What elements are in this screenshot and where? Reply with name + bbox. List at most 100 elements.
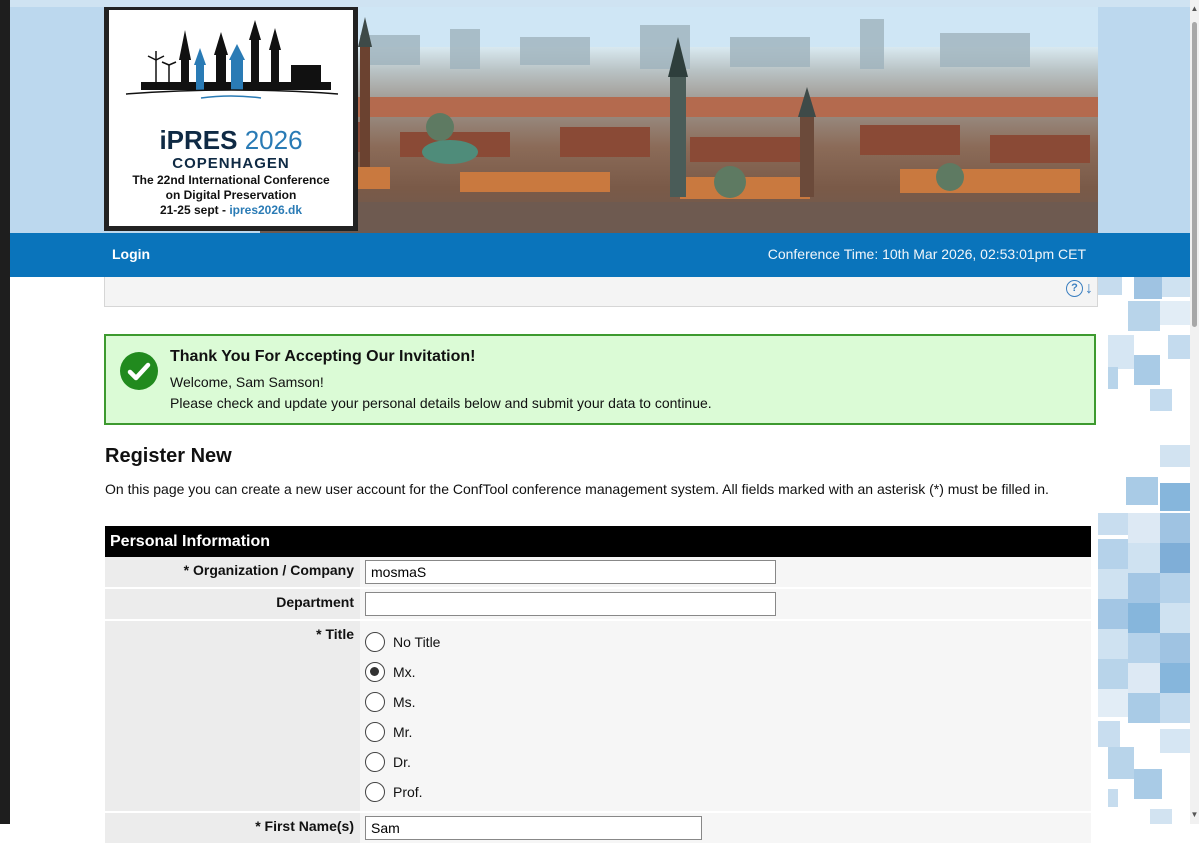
login-link[interactable]: Login <box>112 246 150 262</box>
mosaic-tile <box>1134 277 1162 299</box>
radio-label: Prof. <box>393 784 423 800</box>
mosaic-tile <box>1160 301 1190 325</box>
scroll-up-arrow-icon[interactable]: ▲ <box>1190 2 1199 16</box>
title-option-mr[interactable]: Mr. <box>365 717 1086 747</box>
decorative-mosaic-pattern <box>1098 277 1190 824</box>
mosaic-tile <box>1128 663 1160 693</box>
logo-title: iPRES 2026 <box>159 125 303 155</box>
mosaic-tile <box>1160 663 1190 693</box>
city-skyline-illustration <box>260 7 1098 233</box>
mosaic-tile <box>1098 599 1128 629</box>
mosaic-tile <box>1160 445 1190 467</box>
mosaic-tile <box>1160 513 1190 543</box>
mosaic-tile <box>1168 335 1190 359</box>
success-title: Thank You For Accepting Our Invitation! <box>170 348 476 365</box>
mosaic-tile <box>1098 569 1128 599</box>
logo-line2: on Digital Preservation <box>165 188 297 202</box>
page-scrollbar[interactable]: ▲ ▼ <box>1190 0 1199 824</box>
mosaic-tile <box>1160 693 1190 723</box>
invitation-success-message: Thank You For Accepting Our Invitation! … <box>104 334 1096 425</box>
mosaic-tile <box>1108 789 1118 807</box>
mosaic-tile <box>1108 747 1134 779</box>
mosaic-tile <box>1098 539 1128 569</box>
window-left-edge <box>0 0 10 824</box>
form-row-first-name: * First Name(s) <box>105 813 1091 845</box>
mosaic-tile <box>1128 603 1160 633</box>
logo-city: COPENHAGEN <box>172 155 290 172</box>
scroll-down-arrow-icon[interactable]: ▼ <box>1190 808 1199 822</box>
personal-information-form: Personal Information * Organization / Co… <box>105 526 1091 845</box>
radio-label: Mr. <box>393 724 413 740</box>
mosaic-tile <box>1160 573 1190 603</box>
mosaic-tile <box>1098 721 1120 747</box>
radio-button[interactable] <box>365 632 385 652</box>
welcome-text: Welcome, Sam Samson! <box>170 374 324 390</box>
radio-button[interactable] <box>365 662 385 682</box>
organization-input[interactable] <box>365 560 776 584</box>
mosaic-tile <box>1098 513 1128 535</box>
page-title: Register New <box>105 445 232 467</box>
logo-website-link[interactable]: ipres2026.dk <box>229 203 302 217</box>
section-header-personal-information: Personal Information <box>105 526 1091 557</box>
radio-label: Ms. <box>393 694 416 710</box>
mosaic-tile <box>1160 729 1190 753</box>
title-option-mx[interactable]: Mx. <box>365 657 1086 687</box>
logo-line1: The 22nd International Conference <box>132 173 330 187</box>
mosaic-tile <box>1098 629 1128 659</box>
radio-button[interactable] <box>365 692 385 712</box>
conference-time: Conference Time: 10th Mar 2026, 02:53:01… <box>767 246 1086 262</box>
top-navigation-bar: Login Conference Time: 10th Mar 2026, 02… <box>10 233 1190 277</box>
mosaic-tile <box>1160 543 1190 573</box>
ipres-logo[interactable]: iPRES 2026 COPENHAGEN The 22nd Internati… <box>104 7 358 231</box>
radio-label: No Title <box>393 634 441 650</box>
arrow-down-icon[interactable]: ↓ <box>1085 280 1093 298</box>
form-row-department: Department <box>105 589 1091 621</box>
scrollbar-thumb[interactable] <box>1192 22 1197 327</box>
first-name-label: * First Name(s) <box>105 813 360 843</box>
radio-button[interactable] <box>365 782 385 802</box>
form-row-title: * Title No Title Mx. Ms. Mr. Dr. Prof. <box>105 621 1091 813</box>
mosaic-tile <box>1128 513 1160 543</box>
window-top-edge <box>10 0 1190 7</box>
copenhagen-skyline-logo-icon <box>125 20 339 99</box>
title-radio-group: No Title Mx. Ms. Mr. Dr. Prof. <box>360 621 1091 811</box>
title-label: * Title <box>105 621 360 811</box>
mosaic-tile <box>1128 543 1160 573</box>
radio-button[interactable] <box>365 722 385 742</box>
mosaic-tile <box>1128 301 1160 331</box>
mosaic-tile <box>1134 769 1162 799</box>
mosaic-tile <box>1160 483 1190 511</box>
radio-label: Dr. <box>393 754 411 770</box>
form-row-organization: * Organization / Company <box>105 557 1091 589</box>
conference-banner: iPRES 2026 COPENHAGEN The 22nd Internati… <box>10 7 1190 233</box>
mosaic-tile <box>1128 633 1160 663</box>
mosaic-tile <box>1128 693 1160 723</box>
department-input[interactable] <box>365 592 776 616</box>
city-panorama-image <box>260 7 1098 233</box>
radio-label: Mx. <box>393 664 416 680</box>
mosaic-tile <box>1128 573 1160 603</box>
mosaic-tile <box>1126 477 1158 505</box>
help-toolbar: ? ↓ <box>104 277 1098 307</box>
instruction-text: Please check and update your personal de… <box>170 395 712 411</box>
title-option-dr[interactable]: Dr. <box>365 747 1086 777</box>
title-option-no-title[interactable]: No Title <box>365 627 1086 657</box>
mosaic-tile <box>1162 277 1190 297</box>
mosaic-tile <box>1108 367 1118 389</box>
help-icon[interactable]: ? <box>1066 280 1083 297</box>
title-option-ms[interactable]: Ms. <box>365 687 1086 717</box>
mosaic-tile <box>1098 277 1122 295</box>
mosaic-tile <box>1108 335 1134 369</box>
logo-dates: 21-25 sept - ipres2026.dk <box>159 203 303 217</box>
mosaic-tile <box>1150 809 1172 824</box>
title-option-prof[interactable]: Prof. <box>365 777 1086 807</box>
radio-button[interactable] <box>365 752 385 772</box>
mosaic-tile <box>1098 689 1128 717</box>
mosaic-tile <box>1098 659 1128 689</box>
mosaic-tile <box>1160 633 1190 663</box>
mosaic-tile <box>1134 355 1160 385</box>
organization-label: * Organization / Company <box>105 557 360 587</box>
first-name-input[interactable] <box>365 816 702 840</box>
mosaic-tile <box>1150 389 1172 411</box>
mosaic-tile <box>1160 603 1190 633</box>
